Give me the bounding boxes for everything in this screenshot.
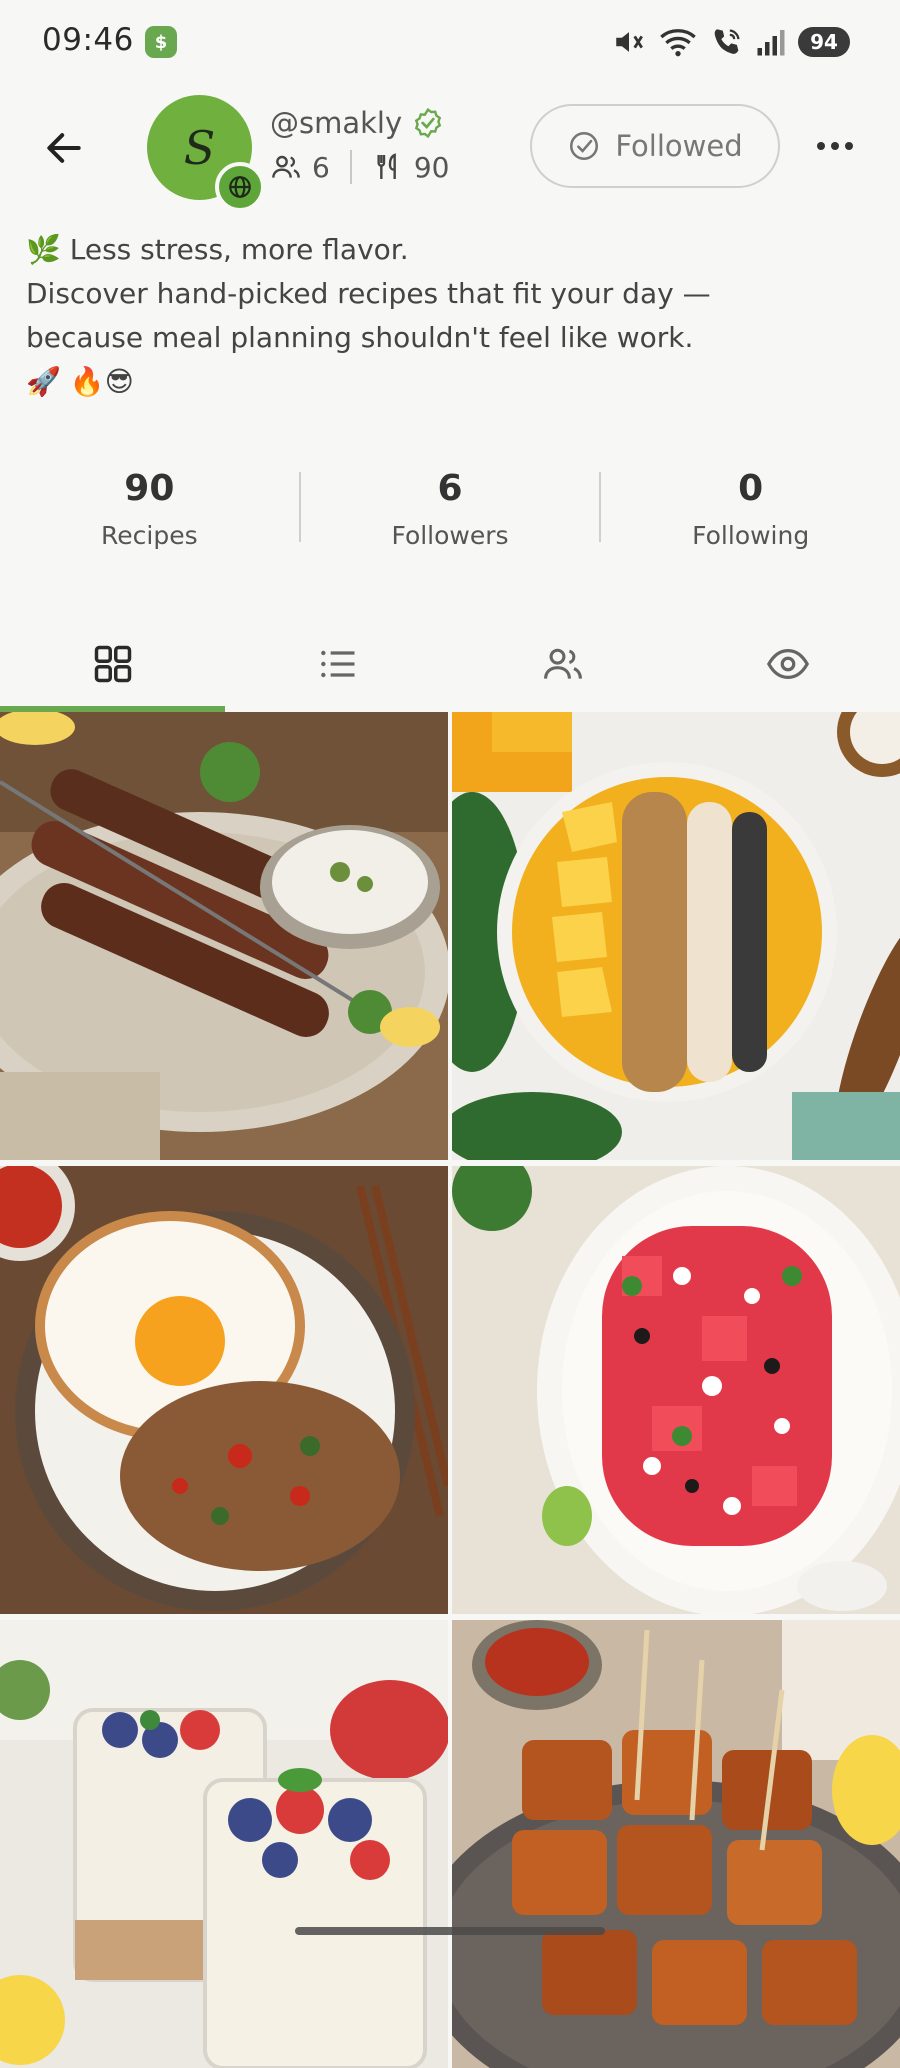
tab-viewed[interactable] xyxy=(675,618,900,710)
stat-label: Followers xyxy=(391,521,509,550)
more-options-button[interactable] xyxy=(810,126,860,166)
berry-parfait-photo xyxy=(0,1620,448,2068)
followed-button[interactable]: Followed xyxy=(530,104,780,188)
mango-smoothie-bowl-photo xyxy=(452,712,900,1160)
app-notification-icon: $ xyxy=(145,26,177,58)
stat-recipes[interactable]: 90 Recipes xyxy=(0,462,299,582)
verified-icon xyxy=(414,107,442,139)
tab-grid[interactable] xyxy=(0,618,225,710)
username-row: @smakly xyxy=(270,106,444,140)
stat-followers[interactable]: 6 Followers xyxy=(301,462,600,582)
wifi-icon xyxy=(660,29,696,57)
bio-line: Discover hand-picked recipes that fit yo… xyxy=(26,277,711,310)
meta-divider xyxy=(349,150,352,184)
tab-list[interactable] xyxy=(225,618,450,710)
bio-line: because meal planning shouldn't feel lik… xyxy=(26,321,694,354)
stat-following[interactable]: 0 Following xyxy=(601,462,900,582)
mute-icon xyxy=(616,32,643,52)
recipe-card-berry-parfait[interactable] xyxy=(0,1620,448,2068)
check-circle-icon xyxy=(570,131,599,161)
glazed-tofu-skewers-photo xyxy=(452,1620,900,2068)
grid-icon xyxy=(94,645,131,683)
stat-value: 0 xyxy=(738,468,764,509)
battery-indicator: 94 xyxy=(798,27,850,57)
watermelon-feta-salad-photo xyxy=(452,1166,900,1614)
status-icons: 94 xyxy=(612,20,900,64)
home-indicator[interactable] xyxy=(295,1927,605,1935)
arrow-left-icon xyxy=(47,133,81,163)
recipe-card-smoothie-bowl[interactable] xyxy=(452,712,900,1160)
fork-knife-icon xyxy=(377,153,396,179)
people-icon xyxy=(272,155,300,178)
eye-icon xyxy=(766,648,809,680)
status-time: 09:46 xyxy=(42,22,134,58)
back-button[interactable] xyxy=(38,122,90,174)
stat-label: Recipes xyxy=(101,521,198,550)
dot-icon xyxy=(845,142,853,150)
bio: 🌿 Less stress, more flavor. Discover han… xyxy=(26,228,866,404)
stat-label: Following xyxy=(692,521,810,550)
dot-icon xyxy=(817,142,825,150)
recipes-count-inline: 90 xyxy=(413,150,450,184)
followers-count-inline: 6 xyxy=(312,150,330,184)
profile-stats: 90 Recipes 6 Followers 0 Following xyxy=(0,462,900,582)
recipe-card-watermelon-salad[interactable] xyxy=(452,1166,900,1614)
tab-people[interactable] xyxy=(450,618,675,710)
wifi-call-icon xyxy=(714,29,740,54)
profile-tabs xyxy=(0,618,900,710)
recipe-card-glazed-tofu[interactable] xyxy=(452,1620,900,2068)
recipe-card-kebab-skewers[interactable] xyxy=(0,712,448,1160)
kebab-skewers-photo xyxy=(0,712,448,1160)
fried-egg-rice-bowl-photo xyxy=(0,1166,448,1614)
bio-line: 🚀 🔥😎 xyxy=(26,365,134,398)
list-icon xyxy=(320,650,354,678)
followed-label: Followed xyxy=(615,129,743,163)
stat-value: 6 xyxy=(437,468,463,509)
profile-meta: 6 90 xyxy=(270,150,449,184)
avatar-letter: S xyxy=(183,120,216,175)
recipe-grid xyxy=(0,712,900,2068)
signal-icon xyxy=(757,30,785,56)
globe-icon xyxy=(215,162,265,212)
status-bar: 09:46 $ 94 xyxy=(0,0,900,84)
stat-value: 90 xyxy=(124,468,175,509)
people-icon xyxy=(543,648,582,679)
recipe-card-egg-rice-bowl[interactable] xyxy=(0,1166,448,1614)
dot-icon xyxy=(831,142,839,150)
username[interactable]: @smakly xyxy=(270,106,402,140)
bio-line: 🌿 Less stress, more flavor. xyxy=(26,233,409,266)
